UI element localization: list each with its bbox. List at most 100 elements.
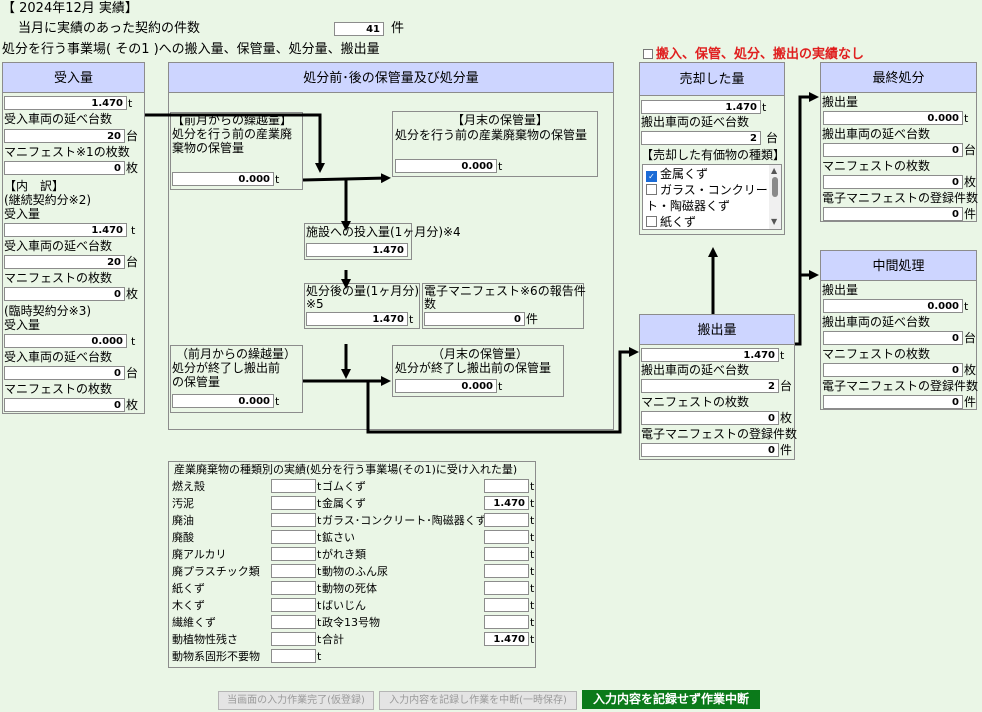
sold-kinds-label: 【売却した有価物の種類】	[641, 148, 786, 162]
intermediate-manifest-field[interactable]: 0	[823, 363, 963, 377]
temp-manifest-field[interactable]: 0	[4, 398, 125, 412]
contract-count-label: 当月に実績のあった契約の件数	[18, 21, 201, 36]
scroll-thumb[interactable]	[772, 177, 778, 197]
scroll-up-icon[interactable]: ▲	[771, 166, 777, 175]
sold-kind-item[interactable]: ト・陶磁器くず	[646, 198, 781, 214]
waste-unit: t	[317, 650, 322, 663]
receive-amount-unit: t	[128, 97, 133, 110]
cont-vehicles-field[interactable]: 20	[4, 255, 125, 269]
waste-value-field[interactable]	[484, 581, 529, 595]
emanifest-report-field[interactable]: 0	[424, 312, 525, 326]
waste-name: 木くず	[172, 599, 205, 612]
outflow-manifest-label: マニフェストの枚数	[641, 395, 750, 409]
waste-value-field[interactable]	[271, 649, 316, 663]
sold-kind-item[interactable]: 紙くず	[646, 214, 781, 229]
carry-after-unit: t	[275, 395, 280, 408]
outflow-emanifest-field[interactable]: 0	[641, 443, 779, 457]
intermediate-manifest-label: マニフェストの枚数	[822, 347, 931, 361]
outflow-title: 搬出量	[639, 314, 795, 345]
after-unit: t	[409, 313, 414, 326]
sold-kind-item[interactable]: ガラス・コンクリー	[646, 182, 781, 198]
cont-manifest-field[interactable]: 0	[4, 287, 125, 301]
waste-value-field[interactable]	[484, 615, 529, 629]
outflow-amount-field[interactable]: 1.470	[641, 348, 779, 362]
end-before-label-1: 【月末の保管量】	[452, 113, 549, 127]
waste-unit: t	[317, 548, 322, 561]
temp-save-button[interactable]: 当画面の入力作業完了(仮登録)	[218, 691, 374, 710]
final-amount-field[interactable]: 0.000	[823, 111, 963, 125]
intermediate-vehicles-field[interactable]: 0	[823, 331, 963, 345]
scroll-down-icon[interactable]: ▼	[771, 217, 777, 226]
waste-value-field[interactable]: 1.470	[484, 496, 529, 510]
sold-kind-checkbox[interactable]: ✓	[646, 171, 657, 182]
intermediate-amount-label: 搬出量	[822, 283, 859, 297]
receive-vehicles-field[interactable]: 20	[4, 129, 125, 143]
continuous-label: (継続契約分※2)	[4, 193, 92, 207]
sold-kinds-listbox[interactable]: ✓ 金属くず ガラス・コンクリー ト・陶磁器くず 紙くず ▲ ▼	[642, 164, 782, 230]
waste-value-field[interactable]	[271, 530, 316, 544]
waste-value-field[interactable]	[484, 513, 529, 527]
abort-button[interactable]: 入力内容を記録せず作業中断	[582, 690, 760, 709]
sold-kind-checkbox[interactable]	[646, 184, 657, 195]
waste-value-field[interactable]: 1.470	[484, 632, 529, 646]
waste-value-field[interactable]	[271, 513, 316, 527]
waste-name: がれき類	[322, 548, 366, 561]
outflow-manifest-field[interactable]: 0	[641, 411, 779, 425]
waste-value-field[interactable]	[484, 598, 529, 612]
sold-amount-field[interactable]: 1.470	[641, 100, 761, 114]
sold-vehicles-unit: 台	[766, 131, 779, 145]
temp-amount-field[interactable]: 0.000	[4, 334, 127, 348]
after-field[interactable]: 1.470	[306, 312, 408, 326]
carry-before-field[interactable]: 0.000	[172, 172, 274, 186]
receive-amount-field[interactable]: 1.470	[4, 96, 127, 110]
no-record-checkbox[interactable]	[643, 49, 653, 59]
receive-vehicles-unit: 台	[126, 129, 139, 143]
storage-title: 処分前･後の保管量及び処分量	[168, 62, 614, 93]
carry-after-label-2: 処分が終了し搬出前	[172, 361, 281, 375]
final-emanifest-field[interactable]: 0	[823, 207, 963, 221]
receive-manifest-unit: 枚	[126, 161, 139, 175]
final-manifest-field[interactable]: 0	[823, 175, 963, 189]
listbox-scrollbar[interactable]: ▲ ▼	[769, 165, 781, 229]
cont-amount-field[interactable]: 1.470	[4, 223, 127, 237]
receive-vehicles-label: 受入車両の延べ台数	[4, 112, 113, 126]
sold-kind-checkbox[interactable]	[646, 216, 657, 227]
cont-amount-unit: t	[131, 224, 136, 237]
waste-value-field[interactable]	[484, 547, 529, 561]
waste-value-field[interactable]	[484, 479, 529, 493]
carry-after-field[interactable]: 0.000	[172, 394, 274, 408]
waste-value-field[interactable]	[484, 530, 529, 544]
waste-value-field[interactable]	[271, 547, 316, 561]
waste-value-field[interactable]	[271, 479, 316, 493]
final-emanifest-unit: 件	[964, 207, 977, 221]
intermediate-amount-field[interactable]: 0.000	[823, 299, 963, 313]
no-record-option[interactable]: 搬入、保管、処分、搬出の実績なし	[643, 43, 864, 62]
waste-value-field[interactable]	[271, 598, 316, 612]
waste-value-field[interactable]	[271, 632, 316, 646]
outflow-vehicles-label: 搬出車両の延べ台数	[641, 363, 750, 377]
waste-value-field[interactable]	[484, 564, 529, 578]
waste-value-field[interactable]	[271, 615, 316, 629]
waste-value-field[interactable]	[271, 496, 316, 510]
waste-value-field[interactable]	[271, 581, 316, 595]
waste-unit: t	[530, 616, 535, 629]
carry-before-label-1: 【前月からの繰越量】	[172, 113, 293, 127]
end-after-field[interactable]: 0.000	[395, 379, 497, 393]
suspend-save-button[interactable]: 入力内容を記録し作業を中断(一時保存)	[379, 691, 577, 710]
waste-name: 紙くず	[172, 582, 205, 595]
final-vehicles-field[interactable]: 0	[823, 143, 963, 157]
end-before-field[interactable]: 0.000	[395, 159, 497, 173]
waste-value-field[interactable]	[271, 564, 316, 578]
waste-unit: t	[317, 480, 322, 493]
input-field[interactable]: 1.470	[306, 243, 408, 257]
emanifest-report-unit: 件	[526, 312, 539, 326]
sold-vehicles-field[interactable]: 2	[641, 131, 761, 145]
outflow-vehicles-field[interactable]: 2	[641, 379, 779, 393]
carry-before-label-2: 処分を行う前の産業廃	[172, 127, 293, 141]
sold-kind-item[interactable]: ✓ 金属くず	[646, 166, 781, 182]
receive-manifest-field[interactable]: 0	[4, 161, 125, 175]
intermediate-emanifest-field[interactable]: 0	[823, 395, 963, 409]
sold-kind-label: ガラス・コンクリー	[660, 183, 768, 197]
contract-count-field[interactable]: 41	[334, 22, 384, 36]
temp-vehicles-field[interactable]: 0	[4, 366, 125, 380]
